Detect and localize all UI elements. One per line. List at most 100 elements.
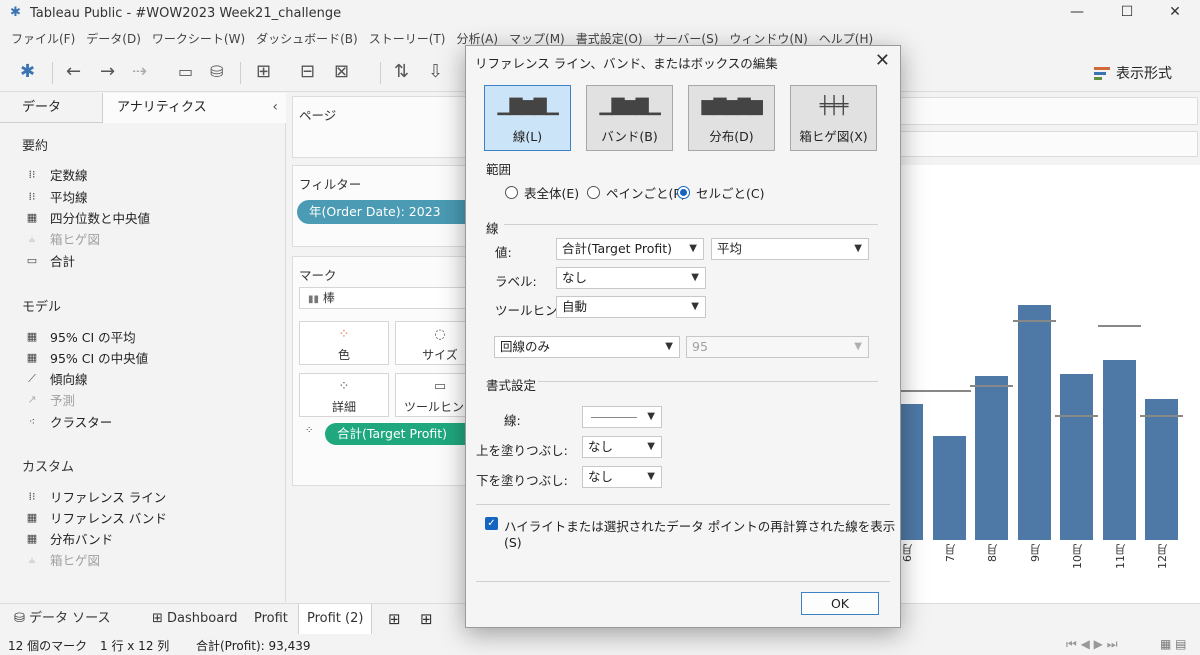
label-dropdown[interactable]: なし ▼ bbox=[556, 267, 706, 289]
minimize-button[interactable]: — bbox=[1054, 0, 1100, 26]
type-line-button[interactable]: ▁▇▆▇▁ 線(L) bbox=[484, 85, 571, 151]
item-cluster[interactable]: ⁖ クラスター bbox=[24, 412, 113, 431]
new-dashboard-tab-icon[interactable]: ⊞ bbox=[412, 604, 441, 634]
forecast-icon: ↗ bbox=[27, 393, 37, 406]
bar-10月[interactable] bbox=[1060, 373, 1093, 540]
line-style-dropdown[interactable]: ▼ bbox=[582, 406, 662, 428]
menu-dashboard[interactable]: ダッシュボード(B) bbox=[256, 30, 358, 50]
distribution-type-icon: ▆▇▆▇▆ bbox=[701, 96, 762, 116]
reference-line-11月[interactable] bbox=[1097, 325, 1141, 327]
detail-button[interactable]: ⁘ 詳細 bbox=[299, 373, 389, 417]
menu-data[interactable]: データ(D) bbox=[86, 30, 141, 50]
close-window-button[interactable]: ✕ bbox=[1152, 0, 1198, 26]
item-constant-line[interactable]: ⁞⁝ 定数線 bbox=[24, 165, 88, 184]
bar-9月[interactable] bbox=[1017, 305, 1051, 540]
undo-icon[interactable]: ← bbox=[66, 62, 81, 82]
reference-line-12月[interactable] bbox=[1140, 415, 1183, 417]
item-average-line[interactable]: ⁞⁝ 平均線 bbox=[24, 187, 88, 206]
menu-story[interactable]: ストーリー(T) bbox=[369, 30, 446, 50]
reference-line-10月[interactable] bbox=[1055, 415, 1098, 417]
pages-shelf[interactable]: ページ bbox=[292, 96, 472, 158]
window-title: Tableau Public - #WOW2023 Week21_challen… bbox=[30, 5, 342, 21]
menu-file[interactable]: ファイル(F) bbox=[11, 30, 75, 50]
size-button[interactable]: ◌ サイズ bbox=[395, 321, 471, 365]
recalc-checkbox[interactable]: ✓ bbox=[485, 517, 498, 530]
replay-icon[interactable]: ⇢ bbox=[132, 62, 147, 82]
tooltip-value-text: 自動 bbox=[562, 299, 588, 314]
filters-shelf[interactable]: フィルター 年(Order Date): 2023 bbox=[292, 165, 472, 247]
label-label: ラベル: bbox=[495, 274, 537, 289]
duplicate-sheet-icon[interactable]: ⊟ bbox=[300, 62, 315, 82]
aggregation-dropdown[interactable]: 平均 ▼ bbox=[711, 238, 869, 260]
maximize-button[interactable]: ☐ bbox=[1104, 0, 1150, 26]
item-trend-line[interactable]: ⟋ 傾向線 bbox=[24, 369, 87, 388]
nav-arrows-icon[interactable]: ⏮ ◀ ▶ ⏭ bbox=[1066, 637, 1118, 652]
radio-per-pane[interactable]: ペインごと(P) bbox=[587, 183, 686, 202]
fill-above-label: 上を塗りつぶし: bbox=[476, 443, 568, 458]
item-label: 箱ヒゲ図 bbox=[50, 232, 101, 247]
fill-above-dropdown[interactable]: なし ▼ bbox=[582, 436, 662, 458]
item-reference-line[interactable]: ⁞⁝ リファレンス ライン bbox=[24, 487, 167, 506]
section-model: モデル bbox=[22, 300, 62, 315]
new-worksheet-tab-icon[interactable]: ⊞ bbox=[380, 604, 409, 634]
measure-pill[interactable]: 合計(Target Profit) bbox=[325, 423, 471, 445]
chevron-down-icon: ▼ bbox=[689, 243, 697, 254]
tab-profit[interactable]: Profit bbox=[246, 604, 296, 634]
tooltip-dropdown[interactable]: 自動 ▼ bbox=[556, 296, 706, 318]
sort-ascending-icon[interactable]: ⇩ bbox=[428, 62, 443, 82]
tab-data[interactable]: データ bbox=[0, 93, 103, 123]
fill-below-label: 下を塗りつぶし: bbox=[476, 473, 568, 488]
item-totals[interactable]: ▭ 合計 bbox=[24, 251, 75, 270]
dialog-title: リファレンス ライン、バンド、またはボックスの編集 bbox=[475, 56, 778, 71]
collapse-pane-icon[interactable]: ‹ bbox=[272, 99, 278, 115]
tableau-home-icon[interactable]: ✱ bbox=[20, 62, 35, 82]
line-style-preview bbox=[591, 417, 637, 418]
bar-8月[interactable] bbox=[975, 376, 1008, 540]
tab-profit-2[interactable]: Profit (2) bbox=[298, 604, 373, 634]
line-only-dropdown[interactable]: 回線のみ ▼ bbox=[494, 336, 680, 358]
type-band-button[interactable]: ▁▇▆▇▁ バンド(B) bbox=[586, 85, 673, 151]
boxplot-type-icon: ╪╪╪ bbox=[819, 96, 849, 116]
value-field-dropdown[interactable]: 合計(Target Profit) ▼ bbox=[556, 238, 704, 260]
recalc-checkbox-label: ハイライトまたは選択されたデータ ポイントの再計算された線を表示(S) bbox=[504, 519, 896, 550]
datasource-tab[interactable]: ⛁ データ ソース bbox=[6, 604, 119, 634]
reference-line-8月[interactable] bbox=[970, 385, 1013, 387]
new-worksheet-icon[interactable]: ⊞ bbox=[256, 62, 271, 82]
type-distribution-button[interactable]: ▆▇▆▇▆ 分布(D) bbox=[688, 85, 775, 151]
swap-icon[interactable]: ⇅ bbox=[394, 62, 409, 82]
tab-analytics[interactable]: アナリティクス bbox=[103, 93, 286, 123]
item-quartiles[interactable]: ▦ 四分位数と中央値 bbox=[24, 208, 150, 227]
radio-per-cell[interactable]: セルごと(C) bbox=[677, 183, 764, 202]
checkbox-divider bbox=[476, 504, 890, 505]
view-toggle-icon[interactable]: ▦ ▤ bbox=[1160, 637, 1187, 651]
new-datasource-icon[interactable]: ⛁ bbox=[210, 62, 223, 82]
type-boxplot-button[interactable]: ╪╪╪ 箱ヒゲ図(X) bbox=[790, 85, 877, 151]
tab-dashboard[interactable]: ⊞ Dashboard bbox=[144, 604, 246, 634]
color-button[interactable]: ⁘ 色 bbox=[299, 321, 389, 365]
show-me-button[interactable]: 表示形式 bbox=[1094, 63, 1172, 83]
rows-shelf[interactable] bbox=[898, 131, 1198, 157]
clear-sheet-icon[interactable]: ⊠ bbox=[334, 62, 349, 82]
columns-shelf[interactable] bbox=[898, 97, 1198, 125]
item-reference-band[interactable]: ▦ リファレンス バンド bbox=[24, 508, 167, 527]
filter-pill[interactable]: 年(Order Date): 2023 bbox=[297, 200, 471, 224]
tooltip-button[interactable]: ▭ ツールヒント bbox=[395, 373, 471, 417]
menu-worksheet[interactable]: ワークシート(W) bbox=[152, 30, 245, 50]
bar-12月[interactable] bbox=[1145, 398, 1178, 540]
redo-icon[interactable]: → bbox=[100, 62, 115, 82]
ok-button[interactable]: OK bbox=[801, 592, 879, 615]
reference-line-9月[interactable] bbox=[1012, 320, 1056, 322]
save-icon[interactable]: ▭ bbox=[178, 62, 193, 82]
item-ci-mean[interactable]: ▦ 95% CI の平均 bbox=[24, 327, 136, 346]
item-ci-median[interactable]: ▦ 95% CI の中央値 bbox=[24, 348, 148, 367]
chevron-down-icon: ▼ bbox=[691, 272, 699, 283]
item-distribution-band[interactable]: ▦ 分布バンド bbox=[24, 529, 113, 548]
reference-line-7月[interactable] bbox=[927, 390, 971, 392]
dialog-close-icon[interactable]: ✕ bbox=[875, 50, 890, 71]
radio-label: セルごと(C) bbox=[696, 186, 765, 201]
radio-entire-table[interactable]: 表全体(E) bbox=[505, 183, 579, 202]
bar-11月[interactable] bbox=[1102, 360, 1136, 540]
fill-below-dropdown[interactable]: なし ▼ bbox=[582, 466, 662, 488]
mark-type-dropdown[interactable]: ▮▮ 棒 bbox=[299, 287, 467, 309]
bar-7月[interactable] bbox=[932, 436, 966, 540]
